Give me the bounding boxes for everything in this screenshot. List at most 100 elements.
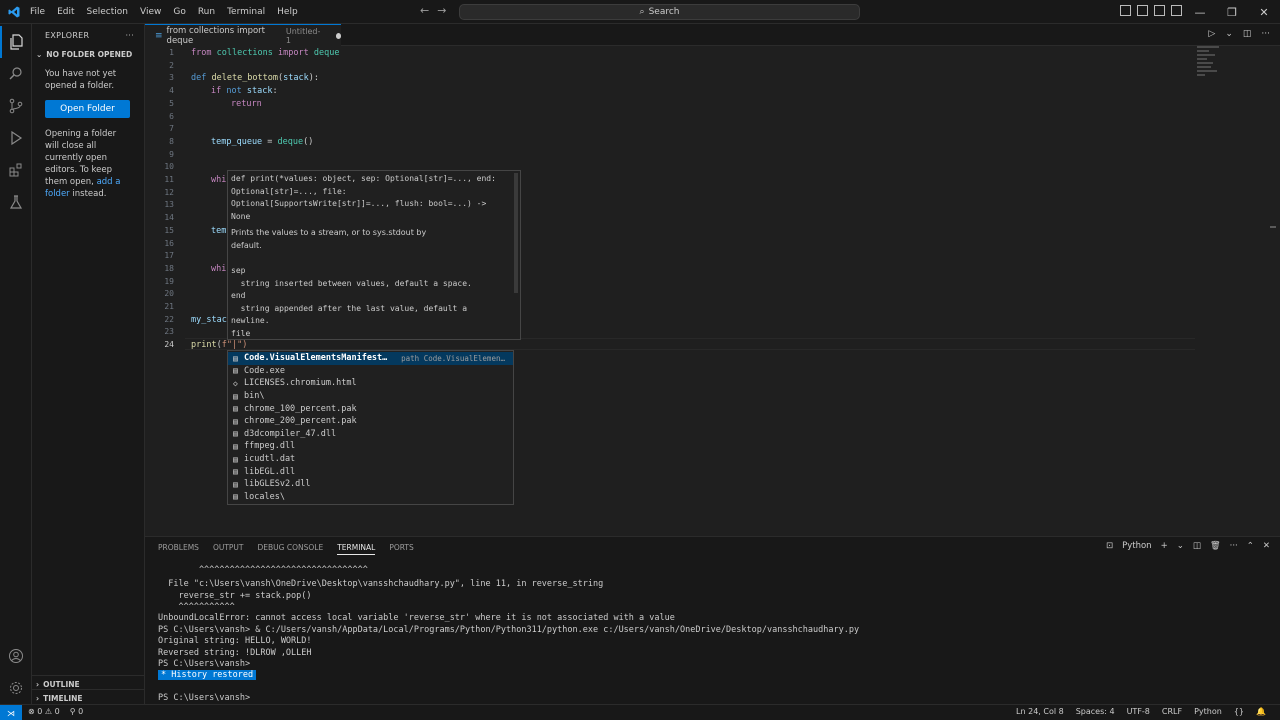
suggestion-item[interactable]: ◇ LICENSES.chromium.html (228, 377, 513, 390)
line-number: 22 (164, 314, 174, 324)
suggestion-item[interactable]: ▤ chrome_100_percent.pak (228, 402, 513, 415)
command-center-search[interactable]: ⌕ Search (459, 4, 860, 20)
new-terminal-icon[interactable]: + (1161, 541, 1168, 551)
suggestion-label: Code.VisualElementsManifest… (244, 353, 388, 364)
terminal-dropdown-icon[interactable]: ⌄ (1177, 541, 1184, 551)
forward-arrow-icon[interactable]: → (437, 4, 446, 17)
menu-view[interactable]: View (134, 7, 167, 17)
menu-terminal[interactable]: Terminal (221, 7, 271, 17)
open-folder-button[interactable]: Open Folder (45, 100, 130, 118)
line-number: 3 (169, 73, 174, 83)
split-terminal-icon[interactable]: ◫ (1193, 541, 1201, 551)
line-number: 4 (169, 86, 174, 96)
python-braces-icon[interactable]: {} (1234, 707, 1244, 716)
ports-status[interactable]: ⚲ 0 (70, 707, 84, 716)
menu-help[interactable]: Help (271, 7, 304, 17)
suggestion-item[interactable]: ▤ d3dcompiler_47.dll (228, 428, 513, 441)
code-line-4: if not stack: (211, 86, 278, 97)
maximize-icon[interactable]: ❐ (1216, 0, 1248, 24)
explorer-icon[interactable] (0, 26, 32, 58)
terminal-output[interactable]: ^^^^^^^^^^^^^^^^^^^^^^^^^^^^^^^^^ File "… (158, 565, 859, 703)
tab-ports[interactable]: PORTS (389, 541, 413, 555)
code-line-15: tem (211, 225, 227, 236)
line-number: 15 (164, 225, 174, 235)
line-number: 11 (164, 175, 174, 184)
source-control-icon[interactable] (0, 90, 32, 122)
account-icon[interactable] (0, 640, 32, 672)
menu-selection[interactable]: Selection (81, 7, 134, 17)
indentation[interactable]: Spaces: 4 (1076, 707, 1115, 716)
maximize-panel-icon[interactable]: ⌃ (1247, 541, 1254, 551)
title-bar: File Edit Selection View Go Run Terminal… (0, 0, 1280, 24)
no-folder-section[interactable]: ⌄ NO FOLDER OPENED (32, 46, 144, 62)
problems-status[interactable]: ⊗ 0 ⚠ 0 (28, 707, 60, 716)
hover-line: Optional[str]=..., file: (231, 186, 347, 196)
suggestion-item[interactable]: ▤ bin\ (228, 390, 513, 403)
suggestion-item[interactable]: ▤ chrome_200_percent.pak (228, 415, 513, 428)
split-editor-icon[interactable]: ◫ (1243, 29, 1252, 39)
terminal-shell-label[interactable]: Python (1122, 541, 1151, 551)
code-line-18: whi (211, 263, 227, 274)
tab-debug-console[interactable]: DEBUG CONSOLE (258, 541, 324, 555)
run-debug-icon[interactable] (0, 122, 32, 154)
manage-gear-icon[interactable] (0, 672, 32, 704)
run-dropdown-icon[interactable]: ⌄ (1225, 29, 1233, 39)
suggestion-item[interactable]: ▤ libEGL.dll (228, 465, 513, 478)
cursor-position[interactable]: Ln 24, Col 8 (1016, 707, 1064, 716)
line-number: 1 (169, 48, 174, 57)
more-icon[interactable]: ··· (1230, 541, 1238, 551)
suggestion-item[interactable]: ▤ ffmpeg.dll (228, 440, 513, 453)
editor-more-icon[interactable]: ··· (1261, 29, 1270, 39)
notifications-bell-icon[interactable]: 🔔 (1256, 707, 1266, 716)
customize-layout-icon[interactable] (1171, 5, 1182, 16)
remote-indicator-icon[interactable]: ⋊ (0, 705, 22, 720)
end-of-line[interactable]: CRLF (1162, 707, 1182, 716)
kill-terminal-icon[interactable]: 🗑 (1210, 541, 1221, 551)
tab-problems[interactable]: PROBLEMS (158, 541, 199, 555)
line-number: 5 (169, 98, 174, 108)
file-icon: ▤ (233, 416, 238, 426)
toggle-panel-icon[interactable] (1137, 5, 1148, 16)
tab-untitled-1[interactable]: ≡ from collections import deque Untitled… (145, 24, 341, 46)
minimap[interactable] (1197, 46, 1257, 86)
editor-scrollbar[interactable] (1270, 226, 1276, 228)
tab-output[interactable]: OUTPUT (213, 541, 244, 555)
menu-file[interactable]: File (24, 7, 51, 17)
encoding[interactable]: UTF-8 (1127, 707, 1150, 716)
suggestion-label: locales\ (244, 491, 285, 502)
file-icon: ▤ (233, 429, 238, 439)
menu-edit[interactable]: Edit (51, 7, 80, 17)
hover-scrollbar[interactable] (514, 173, 518, 293)
suggestion-item[interactable]: ▤ libGLESv2.dll (228, 478, 513, 491)
tab-terminal[interactable]: TERMINAL (337, 541, 376, 555)
menu-go[interactable]: Go (167, 7, 191, 17)
minimize-icon[interactable]: — (1184, 0, 1216, 24)
run-python-icon[interactable]: ▷ (1208, 29, 1215, 39)
back-arrow-icon[interactable]: ← (420, 4, 429, 17)
hover-line: default. (231, 240, 262, 250)
close-panel-icon[interactable]: ✕ (1263, 541, 1270, 551)
suggestion-item[interactable]: ▤ Code.VisualElementsManifest… path Code.V… (228, 352, 513, 365)
file-icon: ▤ (233, 404, 238, 414)
info-icon: * (161, 670, 167, 680)
unsaved-dot-icon[interactable] (335, 32, 341, 39)
search-icon: ⌕ (639, 7, 645, 17)
code-line-3: def delete_bottom(stack): (191, 73, 319, 84)
terminal-line: UnboundLocalError: cannot access local v… (158, 613, 675, 623)
close-window-icon[interactable]: ✕ (1248, 0, 1280, 24)
more-actions-icon[interactable]: ··· (125, 31, 134, 40)
suggestion-item[interactable]: ▤ icudtl.dat (228, 453, 513, 466)
menu-run[interactable]: Run (192, 7, 221, 17)
toggle-secondary-sidebar-icon[interactable] (1154, 5, 1165, 16)
search-view-icon[interactable] (0, 58, 32, 90)
testing-icon[interactable] (0, 186, 32, 218)
extensions-icon[interactable] (0, 154, 32, 186)
line-number: 9 (169, 149, 174, 159)
file-icon: ▤ (233, 366, 238, 376)
toggle-sidebar-icon[interactable] (1120, 5, 1131, 16)
suggestion-item[interactable]: ▤ locales\ (228, 491, 513, 504)
line-number: 20 (164, 289, 174, 299)
suggestion-item[interactable]: ▤ Code.exe (228, 365, 513, 378)
file-icon: ▤ (233, 467, 238, 477)
language-mode[interactable]: Python (1194, 707, 1222, 716)
